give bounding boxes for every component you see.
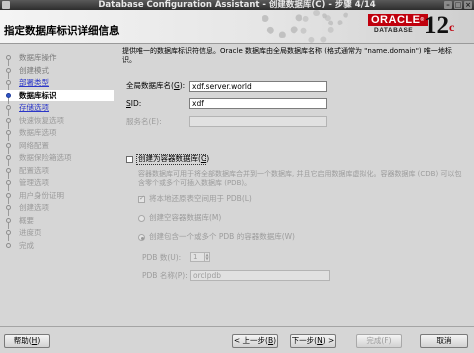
footer-divider xyxy=(0,326,474,327)
step-item: 进度页 xyxy=(0,227,114,241)
step-dot-icon xyxy=(6,242,11,248)
step-label: 进度页 xyxy=(19,228,42,237)
step-item: 概要 xyxy=(0,215,114,229)
step-label: 完成 xyxy=(19,240,34,250)
step-label: 创建模式 xyxy=(19,65,49,75)
cdb-with-pdbs-label: 创建包含一个或多个 PDB 的容器数据库(W) xyxy=(149,232,295,241)
close-icon[interactable]: × xyxy=(464,1,472,9)
container-db-checkbox[interactable] xyxy=(126,156,133,163)
next-button[interactable]: 下一步(N) > xyxy=(290,334,336,348)
step-label: 创建选项 xyxy=(19,203,49,212)
window-title: Database Configuration Assistant - 创建数据库… xyxy=(98,0,376,10)
finish-button[interactable]: 完成(F) xyxy=(356,334,402,348)
sid-label: SID: xyxy=(126,99,142,108)
main-panel: 提供唯一的数据库标识符信息。Oracle 数据库由全局数据库名称 (格式通常为 … xyxy=(116,44,474,326)
back-button[interactable]: < 上一步(B) xyxy=(232,334,278,348)
sid-input[interactable]: xdf xyxy=(189,98,327,109)
step-item: 快速恢复选项 xyxy=(0,115,114,129)
step-item: 数据库选项 xyxy=(0,127,114,141)
help-button[interactable]: 帮助(H) xyxy=(4,334,50,348)
header-banner: 指定数据库标识详细信息 ORACLE® DATABASE 12c xyxy=(0,10,474,43)
step-label: 数据库操作 xyxy=(19,53,57,62)
step-label: 网络配置 xyxy=(19,140,49,150)
empty-cdb-label: 创建空容器数据库(M) xyxy=(149,213,222,222)
step-label: 用户身份证明 xyxy=(19,190,64,200)
step-label: 管理选项 xyxy=(19,178,49,187)
empty-cdb-radio[interactable] xyxy=(138,215,145,222)
oracle-database-label: DATABASE xyxy=(374,27,414,34)
local-undo-checkbox[interactable] xyxy=(138,194,145,203)
app-icon xyxy=(2,1,10,9)
spinner-arrows-icon[interactable]: ▲ ▼ xyxy=(204,253,209,261)
maximize-icon[interactable]: □ xyxy=(454,1,462,9)
window-controls: – □ × xyxy=(444,1,472,9)
step-item[interactable]: 数据库标识 xyxy=(0,89,114,104)
global-db-name-label: 全局数据库名(G): xyxy=(126,81,186,90)
local-undo-label: 将本地还原表空间用于 PDB(L) xyxy=(149,194,252,203)
service-name-input[interactable] xyxy=(189,116,327,127)
container-db-label[interactable]: 创建为容器数据库(C) xyxy=(138,154,209,164)
step-item: 用户身份证明 xyxy=(0,190,114,204)
step-item[interactable]: 部署类型 xyxy=(0,77,114,91)
step-item: 数据库操作 xyxy=(0,52,114,66)
oracle-wordmark: ORACLE® xyxy=(368,14,428,26)
step-item: 网络配置 xyxy=(0,140,114,154)
oracle-logo: ORACLE® DATABASE xyxy=(368,14,428,36)
steps-navigator: 数据库操作创建模式部署类型数据库标识存储选项快速恢复选项 数据库选项网络配置数据保… xyxy=(0,44,114,326)
step-label: 概要 xyxy=(19,215,34,225)
pdb-count-label: PDB 数(U): xyxy=(142,253,182,262)
step-item: 数据保险箱选项 xyxy=(0,152,114,166)
step-label: 数据库选项 xyxy=(19,128,57,137)
minimize-icon[interactable]: – xyxy=(444,1,452,9)
window-titlebar: Database Configuration Assistant - 创建数据库… xyxy=(0,0,474,10)
step-item: 创建选项 xyxy=(0,202,114,216)
step-item: 配置选项 xyxy=(0,165,114,179)
pdb-name-input[interactable]: orclpdb xyxy=(190,270,330,281)
container-db-description: 容器数据库可用于将全部数据库合并到一个数据库, 并且它启用数据库虚拟化。容器数据… xyxy=(138,170,462,187)
step-item: 管理选项 xyxy=(0,177,114,191)
step-item[interactable]: 存储选项 xyxy=(0,102,114,116)
intro-text: 提供唯一的数据库标识符信息。Oracle 数据库由全局数据库名称 (格式通常为 … xyxy=(122,47,452,64)
global-db-name-input[interactable]: xdf.server.world xyxy=(189,81,327,92)
pdb-count-spinner[interactable]: 1 ▲ ▼ xyxy=(190,252,210,262)
page-title: 指定数据库标识详细信息 xyxy=(4,25,120,37)
step-item: 完成 xyxy=(0,240,114,251)
step-item: 创建模式 xyxy=(0,65,114,79)
step-label: 配置选项 xyxy=(19,165,49,175)
cdb-with-pdbs-radio[interactable] xyxy=(138,234,145,241)
pdb-name-label: PDB 名称(P): xyxy=(142,271,188,280)
step-label: 存储选项 xyxy=(19,103,49,112)
step-label: 数据保险箱选项 xyxy=(19,153,72,162)
cancel-button[interactable]: 取消 xyxy=(420,334,468,348)
step-label: 快速恢复选项 xyxy=(19,115,64,125)
step-label: 部署类型 xyxy=(19,78,49,87)
pdb-count-value: 1 xyxy=(193,253,198,261)
step-label: 数据库标识 xyxy=(19,90,57,100)
version-badge: 12c xyxy=(424,12,455,39)
gear-decoration-icon xyxy=(262,10,302,38)
service-name-label: 服务名(E): xyxy=(126,117,162,126)
